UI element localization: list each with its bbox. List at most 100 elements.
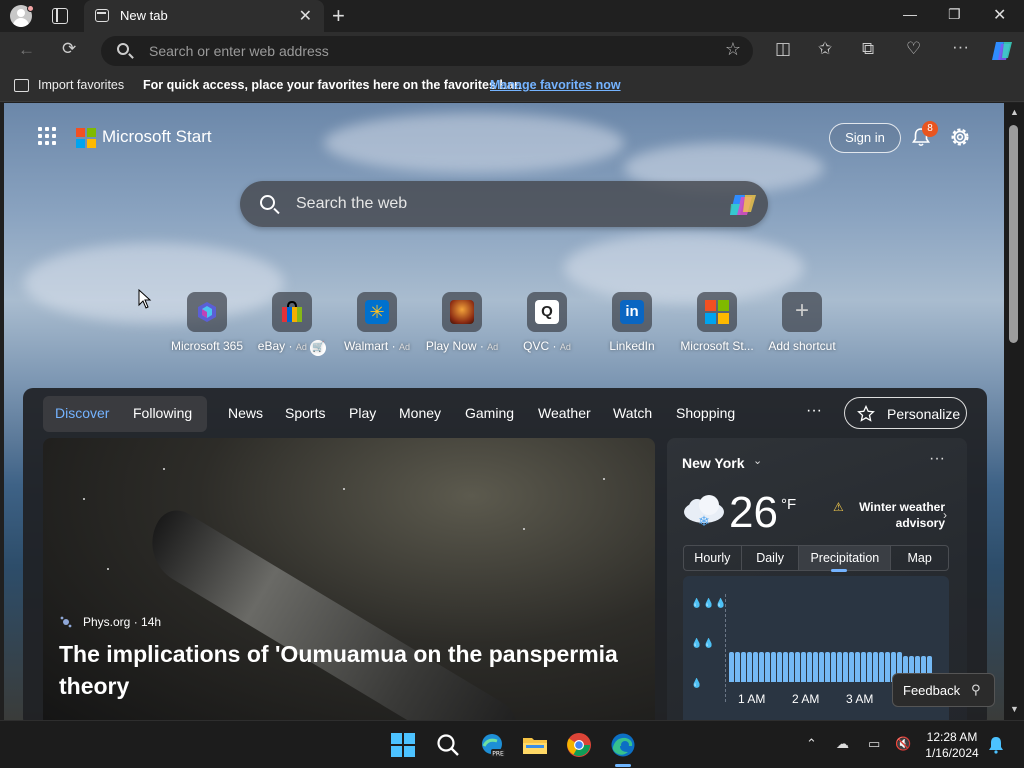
tab-actions-icon[interactable]	[52, 8, 68, 24]
tab-news[interactable]: News	[228, 405, 263, 421]
weather-tab-map[interactable]: Map	[891, 546, 948, 570]
shortcut-label: eBay	[257, 339, 286, 353]
precipitation-bar	[747, 652, 752, 682]
shortcut-play-now[interactable]: Play Now · Ad	[417, 292, 507, 356]
precipitation-bar	[753, 652, 758, 682]
scroll-down-arrow-icon[interactable]: ▼	[1010, 704, 1019, 714]
edge-browser-icon[interactable]	[610, 732, 636, 758]
scrollbar-thumb[interactable]	[1009, 125, 1018, 343]
tab-shopping[interactable]: Shopping	[676, 405, 735, 421]
tab-weather[interactable]: Weather	[538, 405, 591, 421]
import-favorites-icon	[14, 79, 29, 92]
weather-tab-precipitation[interactable]: Precipitation	[799, 546, 892, 572]
star	[343, 488, 345, 490]
precipitation-bar	[759, 652, 764, 682]
brand-title[interactable]: Microsoft Start	[102, 127, 212, 147]
feedback-icon: ⚲	[971, 682, 981, 697]
tab-gaming[interactable]: Gaming	[465, 405, 514, 421]
file-explorer-icon[interactable]	[522, 732, 548, 758]
shortcut-microsoft-store[interactable]: Microsoft St...	[672, 292, 762, 356]
weather-tab-hourly[interactable]: Hourly	[684, 546, 742, 570]
precipitation-bar	[765, 652, 770, 682]
weather-alert[interactable]: Winter weather advisory	[835, 499, 945, 531]
chrome-icon[interactable]	[566, 732, 592, 758]
manage-favorites-link[interactable]: Manage favorites now	[490, 78, 621, 92]
browser-essentials-icon[interactable]: ♡	[906, 39, 921, 59]
tab-close-icon[interactable]: ✕	[299, 6, 312, 26]
weather-city[interactable]: New York	[682, 455, 745, 471]
close-window-icon[interactable]: ✕	[993, 5, 1006, 25]
favorites-icon[interactable]: ✩	[818, 39, 832, 59]
chevron-down-icon[interactable]: ⌄	[753, 454, 762, 467]
hero-article-card[interactable]: Phys.org · 14h The implications of 'Oumu…	[43, 438, 655, 720]
show-hidden-icons-chevron[interactable]: ⌃	[806, 736, 817, 752]
windows-start-icon[interactable]	[390, 732, 416, 758]
split-screen-icon[interactable]: ◫	[775, 39, 791, 59]
copilot-icon[interactable]	[728, 192, 758, 218]
tab-discover[interactable]: Discover	[55, 405, 109, 421]
tab-play[interactable]: Play	[349, 405, 376, 421]
precipitation-bar	[867, 652, 872, 682]
precipitation-bar	[885, 652, 890, 682]
restore-icon[interactable]: ❐	[948, 6, 961, 23]
tab-watch[interactable]: Watch	[613, 405, 652, 421]
address-bar[interactable]: Search or enter web address ☆	[101, 36, 753, 66]
app-launcher-icon[interactable]	[38, 127, 56, 145]
tab-sports[interactable]: Sports	[285, 405, 325, 421]
network-cloud-icon[interactable]: ☁	[836, 736, 849, 752]
notification-center-bell-icon[interactable]	[988, 736, 1004, 754]
shortcut-add[interactable]: + Add shortcut	[757, 292, 847, 356]
copilot-icon[interactable]	[990, 40, 1014, 62]
shortcut-ebay[interactable]: eBay · Ad 🛒	[247, 292, 337, 356]
chevron-right-icon[interactable]: ›	[943, 508, 947, 522]
search-icon	[117, 43, 129, 55]
back-icon[interactable]: ←	[18, 40, 35, 60]
web-search-box[interactable]: Search the web	[240, 181, 768, 227]
precipitation-bar	[807, 652, 812, 682]
shortcut-tile: in	[612, 292, 652, 332]
add-favorite-star-icon[interactable]: ☆	[725, 39, 741, 60]
precipitation-bar	[813, 652, 818, 682]
tab-money[interactable]: Money	[399, 405, 441, 421]
shortcut-walmart[interactable]: ✳ Walmart · Ad	[332, 292, 422, 356]
system-clock[interactable]: 12:28 AM 1/16/2024	[920, 729, 984, 761]
precipitation-axis	[725, 594, 726, 702]
refresh-icon[interactable]: ⟳	[62, 39, 76, 59]
shortcut-qvc[interactable]: Q QVC · Ad	[502, 292, 592, 356]
feedback-button[interactable]: Feedback ⚲	[892, 673, 995, 707]
tab-new-tab[interactable]: New tab ✕	[84, 0, 324, 32]
article-title[interactable]: The implications of 'Oumuamua on the pan…	[59, 638, 639, 702]
new-tab-plus-icon[interactable]: +	[332, 3, 345, 29]
weather-tab-daily[interactable]: Daily	[742, 546, 800, 570]
star	[523, 528, 525, 530]
volume-muted-icon[interactable]: 🔇	[895, 736, 911, 752]
settings-gear-icon[interactable]	[948, 125, 972, 149]
precipitation-bar	[879, 652, 884, 682]
collections-icon[interactable]: ⧉	[862, 39, 874, 59]
new-tab-page: Microsoft Start Sign in 8 Search the web	[4, 103, 1004, 720]
profile-status-dot	[27, 5, 34, 12]
shortcut-microsoft-365[interactable]: Microsoft 365	[162, 292, 252, 356]
display-icon[interactable]: ▭	[868, 736, 880, 752]
taskbar: PRE ⌃ ☁ ▭ 🔇 12:28 AM 1/16/2024	[0, 720, 1024, 768]
mouse-cursor-icon	[138, 289, 152, 309]
precipitation-bar	[873, 652, 878, 682]
sign-in-button[interactable]: Sign in	[829, 123, 901, 153]
search-icon	[260, 195, 275, 210]
edge-preview-icon[interactable]: PRE	[479, 732, 505, 758]
weather-more-icon[interactable]: ···	[929, 450, 945, 468]
scroll-up-arrow-icon[interactable]: ▲	[1010, 107, 1019, 117]
minimize-icon[interactable]: —	[903, 6, 917, 22]
tab-following[interactable]: Following	[133, 405, 192, 421]
more-pivots-button[interactable]: ···	[806, 402, 822, 420]
page-scrollbar[interactable]: ▲ ▼	[1004, 103, 1024, 720]
precipitation-bar	[855, 652, 860, 682]
import-favorites-button[interactable]: Import favorites	[38, 78, 124, 92]
personalize-button[interactable]: Personalize	[844, 397, 967, 429]
settings-more-icon[interactable]: ···	[952, 37, 969, 57]
shortcut-linkedin[interactable]: in LinkedIn	[587, 292, 677, 356]
active-app-indicator	[615, 764, 631, 767]
taskbar-search-icon[interactable]	[435, 732, 461, 758]
precipitation-bar	[819, 652, 824, 682]
shortcut-tile: ✳	[357, 292, 397, 332]
